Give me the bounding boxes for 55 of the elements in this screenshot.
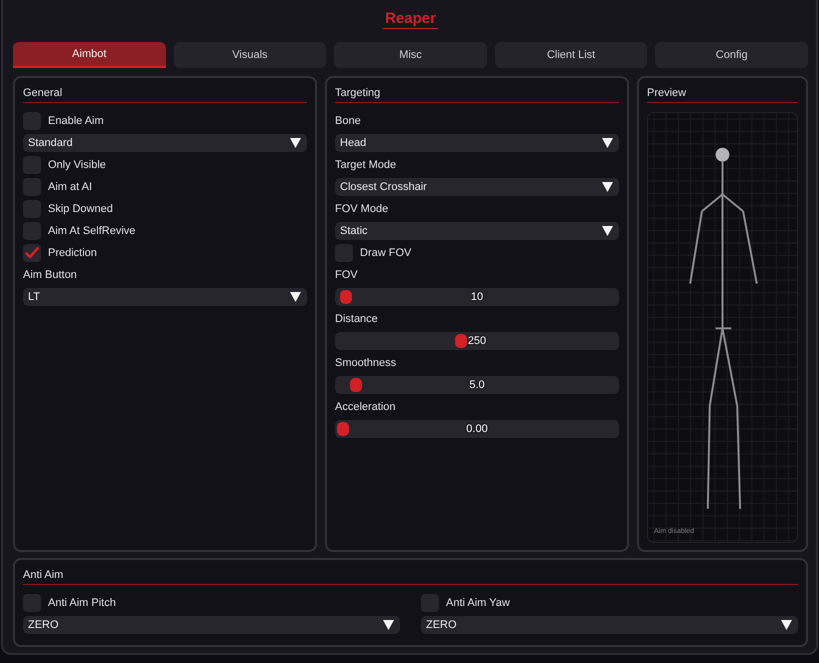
panel-title: Targeting [335, 86, 380, 99]
dropdown[interactable]: LT [23, 288, 307, 306]
slider-value: 10 [470, 290, 484, 303]
panel-title: Preview [647, 86, 686, 99]
checkbox[interactable] [23, 244, 41, 262]
panel-title: Anti Aim [23, 569, 64, 582]
field-label: Target Mode [335, 158, 396, 171]
dropdown[interactable]: ZERO [23, 616, 400, 634]
tab[interactable]: Visuals [174, 42, 326, 68]
field-label: FOV Mode [335, 202, 388, 215]
dropdown[interactable]: ZERO [421, 616, 798, 634]
tab[interactable]: Client List [494, 42, 648, 68]
field-label: Distance [335, 312, 378, 325]
tab[interactable]: Misc [334, 42, 487, 68]
checkbox-label: Anti Aim Pitch [48, 597, 116, 610]
slider-thumb[interactable] [337, 422, 349, 436]
slider-value: 5.0 [469, 378, 485, 391]
caret-icon [602, 182, 613, 192]
checkbox-label: Enable Aim [48, 114, 104, 127]
tab[interactable]: Aimbot [13, 42, 166, 68]
slider-thumb[interactable] [340, 290, 352, 304]
slider-value: 0.00 [466, 422, 488, 435]
check-icon [25, 246, 39, 259]
slider[interactable]: 250 [335, 332, 619, 350]
slider[interactable]: 10 [335, 288, 619, 306]
dropdown[interactable]: Head [335, 134, 619, 152]
caret-icon [290, 138, 301, 148]
slider[interactable]: 0.00 [335, 420, 619, 438]
slider-thumb[interactable] [454, 334, 467, 348]
checkbox-label: Aim At SelfRevive [48, 224, 136, 237]
checkbox-label: Anti Aim Yaw [446, 597, 510, 610]
caret-icon [602, 226, 613, 236]
checkbox-label: Draw FOV [360, 246, 412, 259]
field-label: Smoothness [335, 356, 396, 369]
field-label: Bone [335, 114, 361, 127]
panel-title: General [23, 86, 62, 99]
field-label: Aim Button [23, 268, 77, 281]
slider[interactable]: 5.0 [335, 376, 619, 394]
caret-icon [383, 620, 394, 630]
slider-value: 250 [468, 334, 486, 347]
field-label: Acceleration [335, 400, 396, 413]
caret-icon [602, 138, 613, 148]
dropdown[interactable]: Standard [23, 134, 307, 152]
slider-thumb[interactable] [350, 378, 362, 392]
dropdown[interactable]: Static [335, 222, 619, 240]
caret-icon [781, 620, 792, 630]
caret-icon [290, 292, 301, 302]
checkbox-label: Prediction [48, 246, 97, 259]
checkbox-label: Skip Downed [48, 202, 113, 215]
field-label: FOV [335, 268, 358, 281]
tab[interactable]: Config [655, 42, 808, 68]
checkbox-label: Only Visible [48, 158, 106, 171]
window-title: Reaper [383, 10, 438, 30]
checkbox-label: Aim at AI [48, 180, 92, 193]
dropdown[interactable]: Closest Crosshair [335, 178, 619, 196]
